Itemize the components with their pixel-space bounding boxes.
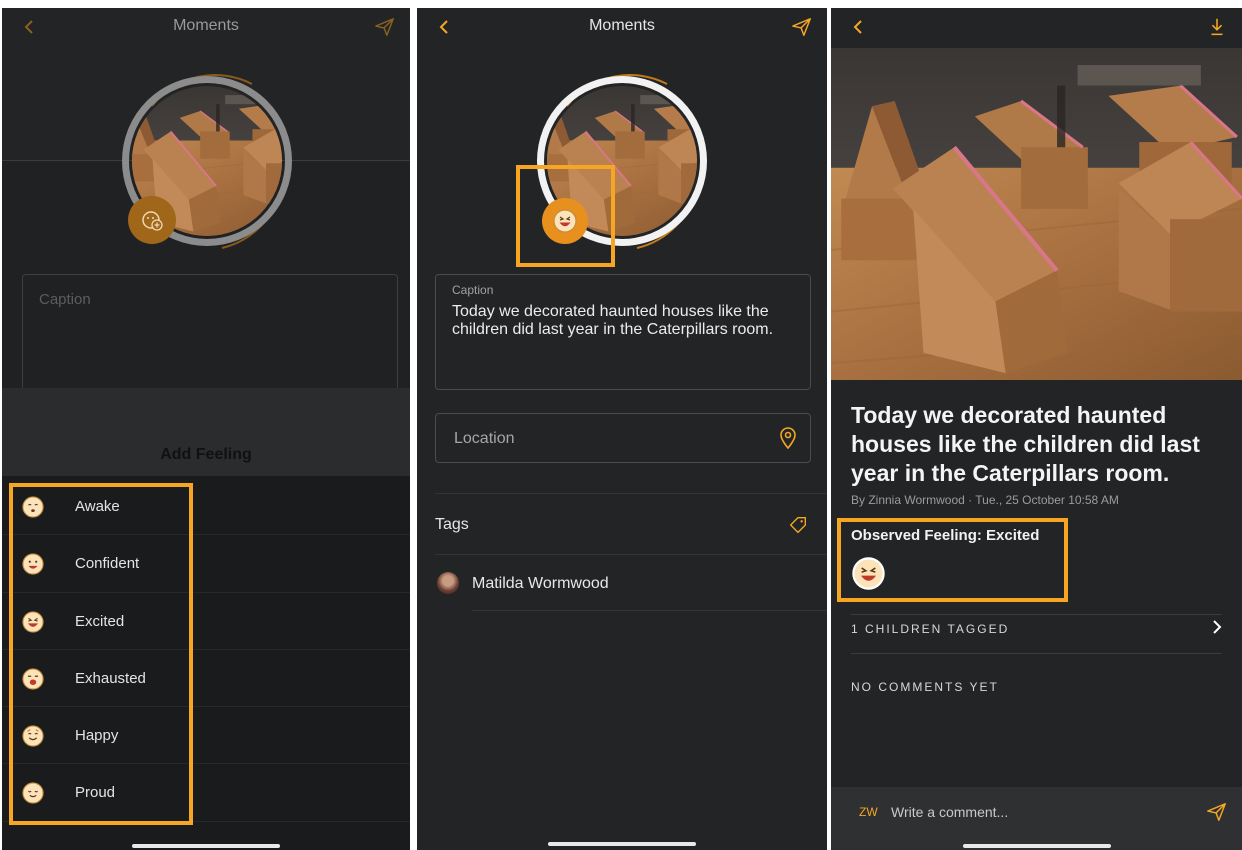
send-icon[interactable]: [791, 16, 813, 38]
page-title: Moments: [589, 17, 655, 34]
top-bar: Moments: [417, 8, 827, 48]
children-tagged-link[interactable]: 1 CHILDREN TAGGED: [851, 622, 1009, 636]
observed-feeling-label: Observed Feeling: Excited: [851, 527, 1040, 544]
back-chevron-icon[interactable]: [849, 17, 869, 37]
send-icon[interactable]: [374, 16, 396, 38]
send-comment-icon[interactable]: [1206, 801, 1228, 823]
home-indicator: [132, 844, 280, 848]
page-title: Moments: [173, 17, 239, 34]
chevron-right-icon[interactable]: [1210, 619, 1224, 635]
download-icon[interactable]: [1206, 16, 1228, 38]
add-feeling-button[interactable]: [128, 196, 176, 244]
caption-field[interactable]: Caption: [22, 274, 398, 404]
excited-emoji-icon: [852, 557, 885, 590]
tag-edit-icon[interactable]: [787, 514, 809, 536]
divider: [435, 554, 827, 555]
post-byline: By Zinnia Wormwood · Tue., 25 October 10…: [851, 493, 1119, 507]
no-comments-label: NO COMMENTS YET: [851, 680, 999, 694]
caption-placeholder: Caption: [39, 291, 91, 308]
tags-label: Tags: [435, 516, 469, 533]
location-field[interactable]: Location: [435, 413, 811, 463]
divider: [435, 493, 827, 494]
comment-bar: ZW Write a comment...: [831, 787, 1242, 850]
caption-text[interactable]: Today we decorated haunted houses like t…: [452, 303, 792, 339]
moment-hero-photo[interactable]: [831, 48, 1242, 380]
home-indicator: [548, 842, 696, 846]
caption-field[interactable]: Caption Today we decorated haunted house…: [435, 274, 811, 390]
divider: [851, 614, 1222, 615]
location-pin-icon[interactable]: [778, 426, 798, 450]
child-avatar: [437, 572, 459, 594]
caption-label: Caption: [452, 283, 494, 297]
highlight-feelings-box: [9, 483, 193, 825]
add-emoji-icon: [142, 211, 163, 231]
top-bar: [831, 8, 1242, 48]
comment-input[interactable]: Write a comment...: [891, 804, 1008, 820]
divider: [472, 610, 827, 611]
top-bar: Moments: [2, 8, 410, 48]
divider: [851, 653, 1222, 654]
sheet-header: Add Feeling: [2, 388, 410, 476]
screen-moment-editor: Moments Caption Today we decorated haunt…: [417, 8, 827, 850]
sheet-title: Add Feeling: [160, 446, 252, 463]
tagged-child-name[interactable]: Matilda Wormwood: [472, 575, 609, 593]
highlight-feeling-box: [516, 165, 615, 267]
home-indicator: [962, 844, 1111, 848]
post-title: Today we decorated haunted houses like t…: [851, 402, 1200, 486]
location-placeholder: Location: [454, 430, 515, 447]
screen-moment-detail: Today we decorated haunted houses like t…: [831, 8, 1242, 850]
commenter-initials: ZW: [859, 805, 878, 819]
